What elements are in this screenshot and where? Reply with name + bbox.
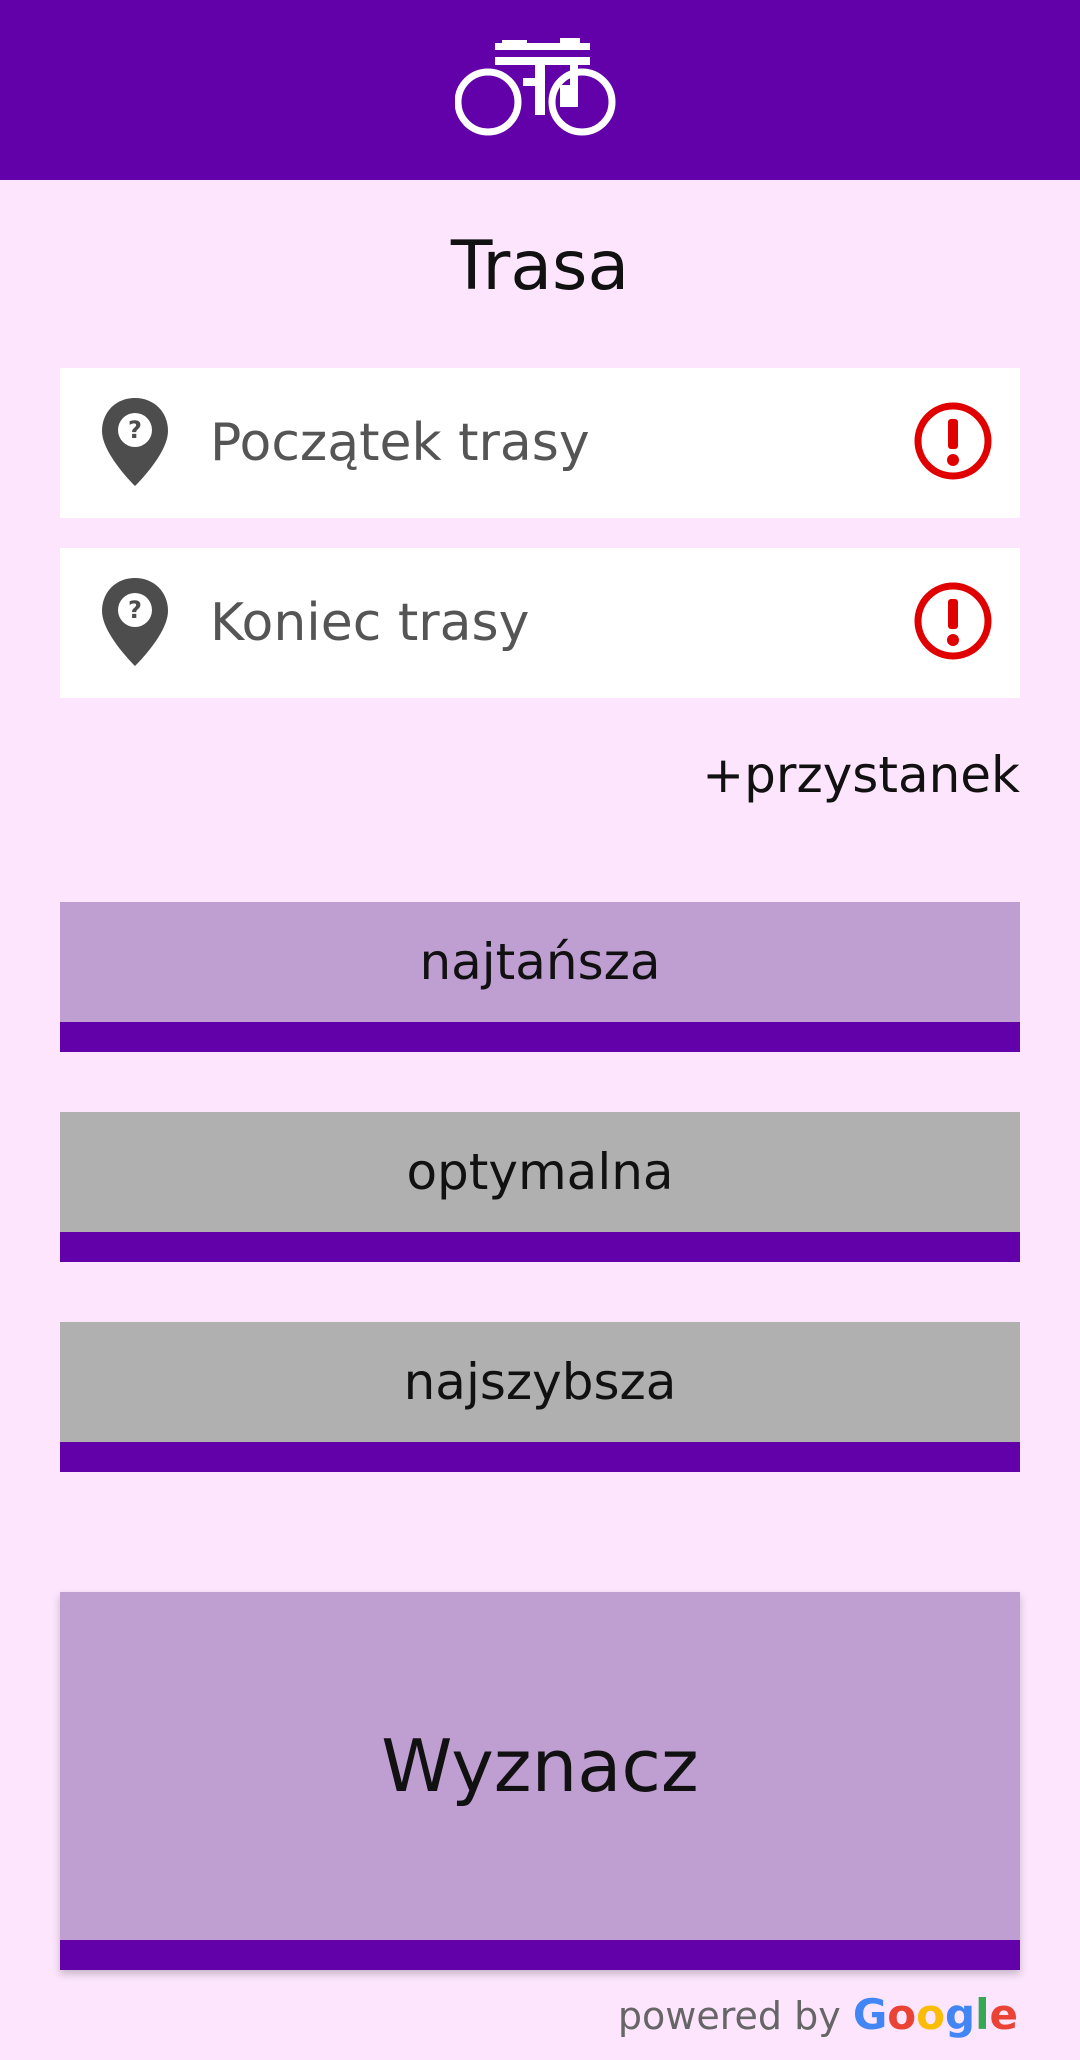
svg-text:?: ? [128, 596, 142, 624]
route-end-field[interactable]: ? Koniec trasy [60, 548, 1020, 698]
route-option-label: najtańsza [419, 933, 661, 991]
compute-route-button[interactable]: Wyznacz [60, 1592, 1020, 1970]
google-logo: Google [852, 1990, 1018, 2039]
route-option-label: optymalna [406, 1143, 674, 1201]
powered-by-google: powered by Google [618, 1990, 1018, 2041]
route-end-placeholder: Koniec trasy [210, 593, 530, 653]
app-header [0, 0, 1080, 180]
route-option-optimal[interactable]: optymalna [60, 1112, 1020, 1262]
route-option-fastest[interactable]: najszybsza [60, 1322, 1020, 1472]
route-option-cheapest[interactable]: najtańsza [60, 902, 1020, 1052]
compute-route-label: Wyznacz [381, 1724, 699, 1808]
powered-by-text: powered by [617, 1994, 841, 2038]
route-option-label: najszybsza [403, 1353, 677, 1411]
error-exclamation-icon [914, 402, 992, 480]
add-stop-link[interactable]: +przystanek [702, 740, 1020, 810]
svg-text:?: ? [128, 416, 142, 444]
bicycle-icon [455, 38, 616, 136]
map-pin-question-icon: ? [102, 578, 168, 666]
map-pin-question-icon: ? [102, 398, 168, 486]
error-exclamation-icon [914, 582, 992, 660]
page-title: Trasa [450, 227, 630, 306]
route-start-placeholder: Początek trasy [210, 413, 590, 473]
route-start-field[interactable]: ? Początek trasy [60, 368, 1020, 518]
